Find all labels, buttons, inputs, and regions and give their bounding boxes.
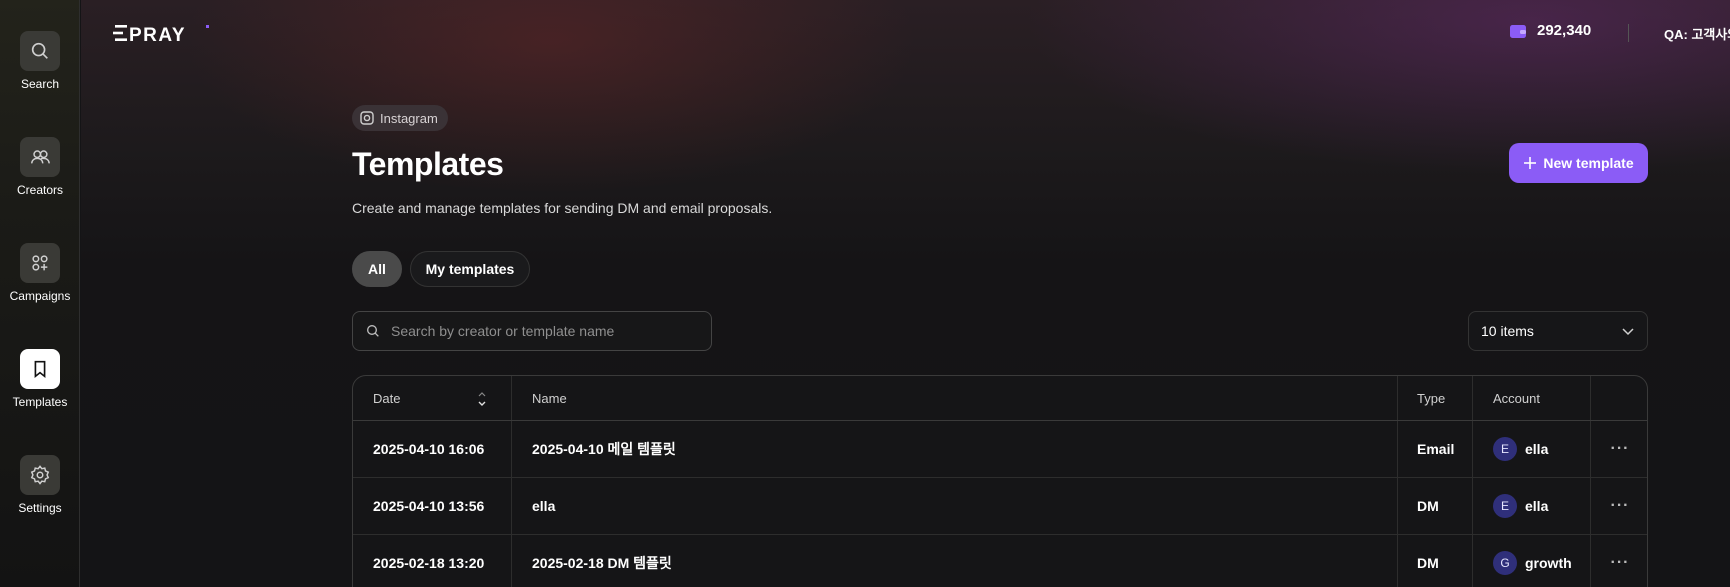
- avatar: E: [1493, 437, 1517, 461]
- more-icon: ···: [1610, 497, 1630, 514]
- bookmark-icon: [20, 349, 60, 389]
- instagram-icon: [360, 111, 374, 125]
- row-type: Email: [1398, 421, 1473, 477]
- more-icon: ···: [1610, 440, 1630, 457]
- svg-text:PRAY: PRAY: [129, 25, 186, 44]
- column-date-label: Date: [373, 390, 401, 406]
- page-description: Create and manage templates for sending …: [352, 200, 773, 216]
- search-icon: [367, 325, 379, 337]
- logo-mark: PRAY: [113, 25, 209, 46]
- account-label: ella: [1525, 441, 1549, 457]
- search-icon: [20, 31, 60, 71]
- sidebar-item-label: Templates: [12, 395, 68, 409]
- sidebar-item-campaigns[interactable]: Campaigns: [0, 243, 80, 303]
- row-name[interactable]: ella: [512, 478, 1398, 534]
- plus-icon: [1524, 157, 1537, 169]
- account-label: growth: [1525, 555, 1572, 571]
- page-size-value: 10 items: [1481, 323, 1534, 339]
- table-header: Date Name Type Account: [353, 376, 1647, 421]
- account-label: ella: [1525, 498, 1549, 514]
- more-options-button[interactable]: ···: [1591, 421, 1647, 477]
- row-type: DM: [1398, 535, 1473, 587]
- tab-my-templates[interactable]: My templates: [410, 251, 530, 287]
- table-row[interactable]: 2025-04-10 16:06 2025-04-10 메일 템플릿 Email…: [353, 421, 1647, 478]
- more-options-button[interactable]: ···: [1591, 535, 1647, 587]
- platform-label: Instagram: [380, 110, 438, 126]
- sort-icon[interactable]: [477, 391, 487, 407]
- campaigns-icon: [20, 243, 60, 283]
- new-template-button[interactable]: New template: [1509, 143, 1648, 183]
- more-icon: ···: [1610, 554, 1630, 571]
- main-content: PRAY 292,340 QA: 고객사와 Instagram Template…: [81, 0, 1730, 587]
- avatar: G: [1493, 551, 1517, 575]
- row-date: 2025-04-10 16:06: [353, 421, 512, 477]
- platform-badge: Instagram: [352, 105, 448, 131]
- tab-all[interactable]: All: [352, 251, 402, 287]
- sidebar-item-label: Creators: [16, 183, 63, 197]
- wallet-icon: [1510, 24, 1526, 38]
- more-options-button[interactable]: ···: [1591, 478, 1647, 534]
- new-template-label: New template: [1543, 155, 1634, 171]
- row-date: 2025-02-18 13:20: [353, 535, 512, 587]
- sidebar-item-label: Search: [20, 77, 60, 91]
- sidebar-item-settings[interactable]: Settings: [0, 455, 80, 515]
- sidebar-item-label: Campaigns: [9, 289, 71, 303]
- sidebar-item-creators[interactable]: Creators: [0, 137, 80, 197]
- sidebar-item-label: Settings: [18, 501, 62, 515]
- row-name[interactable]: 2025-04-10 메일 템플릿: [512, 421, 1398, 477]
- column-date[interactable]: Date: [353, 376, 512, 420]
- sidebar-item-templates[interactable]: Templates: [0, 349, 80, 409]
- sidebar: Search Creators Campaigns Templates Sett…: [0, 0, 80, 587]
- avatar: E: [1493, 494, 1517, 518]
- column-account: Account: [1473, 376, 1591, 420]
- account-name[interactable]: QA: 고객사와: [1664, 24, 1730, 43]
- row-date: 2025-04-10 13:56: [353, 478, 512, 534]
- row-name[interactable]: 2025-02-18 DM 템플릿: [512, 535, 1398, 587]
- search-input[interactable]: [391, 323, 691, 339]
- search-box: [352, 311, 712, 351]
- sidebar-item-search[interactable]: Search: [0, 31, 80, 91]
- logo[interactable]: PRAY: [113, 22, 213, 49]
- column-type: Type: [1398, 376, 1473, 420]
- credits[interactable]: 292,340: [1509, 22, 1591, 39]
- templates-table: Date Name Type Account 2025-04-10 16:06 …: [352, 375, 1648, 587]
- row-account: E ella: [1473, 421, 1591, 477]
- page-title: Templates: [352, 146, 504, 182]
- column-name: Name: [512, 376, 1398, 420]
- chevron-down-icon: [1622, 328, 1634, 336]
- header-divider: [1628, 24, 1629, 42]
- row-account: E ella: [1473, 478, 1591, 534]
- row-account: G growth: [1473, 535, 1591, 587]
- gear-icon: [20, 455, 60, 495]
- users-icon: [20, 137, 60, 177]
- table-row[interactable]: 2025-02-18 13:20 2025-02-18 DM 템플릿 DM G …: [353, 535, 1647, 587]
- credits-value: 292,340: [1537, 22, 1592, 39]
- column-actions: [1591, 376, 1647, 420]
- page-size-select[interactable]: 10 items: [1468, 311, 1648, 351]
- row-type: DM: [1398, 478, 1473, 534]
- table-row[interactable]: 2025-04-10 13:56 ella DM E ella ···: [353, 478, 1647, 535]
